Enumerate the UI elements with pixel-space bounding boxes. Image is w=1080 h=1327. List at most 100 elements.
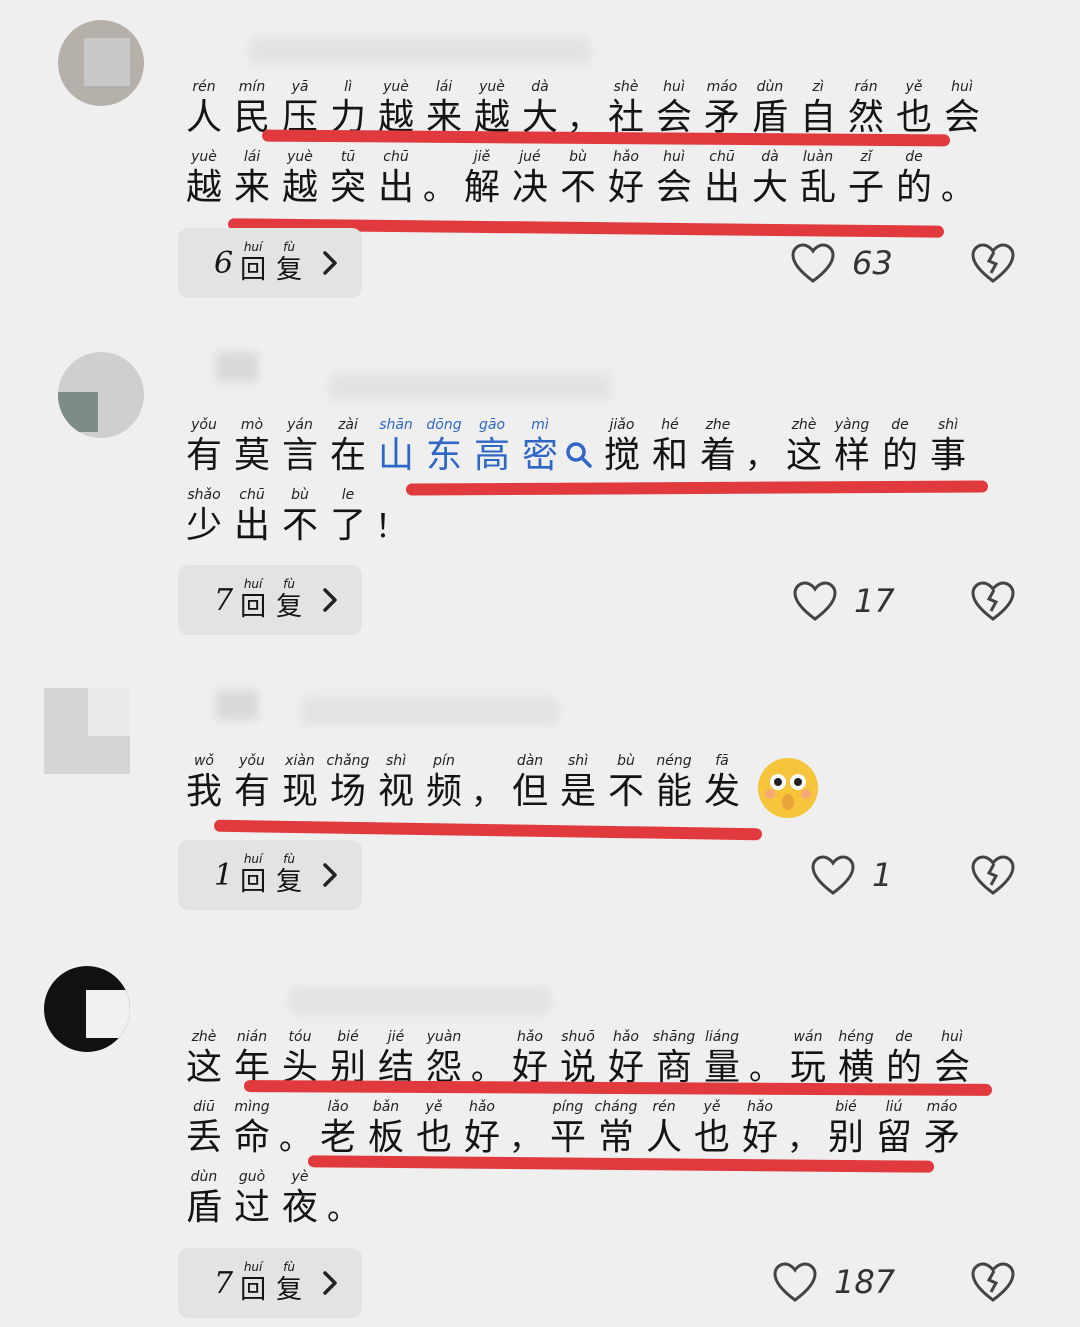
pinyin: le (341, 487, 355, 503)
pinyin: fù (283, 852, 296, 866)
ruby-char: fā 发 (698, 752, 746, 814)
pinyin: fā (715, 753, 729, 769)
ruby-char: chū 出 (698, 148, 746, 210)
hanzi: 我 (185, 771, 222, 812)
ruby-char: mò 莫 (228, 416, 276, 478)
ruby-char: zhè 这 (780, 416, 828, 478)
replies-button[interactable]: 1 huí 回 fù 复 (178, 840, 362, 910)
avatar[interactable] (58, 20, 144, 106)
pinyin: héng (838, 1029, 874, 1045)
location-link-char[interactable]: mì 密 (516, 416, 564, 478)
location-link-char[interactable]: dōng 东 (420, 416, 468, 478)
broken-heart-icon[interactable] (970, 242, 1016, 284)
pinyin: mì (531, 417, 549, 433)
hanzi: 少 (185, 505, 222, 546)
ruby-char: yǒu 有 (180, 416, 228, 478)
comment-text-line: diū 丢 mìng 命。 lǎo 老 bǎn 板 yě 也 hǎo 好， píng 平 cháng 常 rén… (180, 1098, 966, 1160)
like-button[interactable]: 17 (792, 580, 895, 622)
replies-button[interactable]: 7 huí 回 fù 复 (178, 565, 362, 635)
hanzi: 决 (511, 167, 548, 208)
hanzi: 的 (881, 435, 918, 476)
replies-button[interactable]: 7 huí 回 fù 复 (178, 1248, 362, 1318)
ruby-char: néng 能 (650, 752, 698, 814)
ruby-char: shì 是 (554, 752, 602, 814)
hanzi: 这 (785, 435, 822, 476)
ruby-char: shì 事 (924, 416, 972, 478)
reply-count: 7 (214, 582, 234, 618)
pinyin: chū (709, 149, 735, 165)
ruby-char: chū 出 (228, 486, 276, 548)
pinyin: rén (192, 79, 216, 95)
pinyin: luàn (802, 149, 834, 165)
avatar[interactable] (44, 966, 130, 1052)
hanzi: 会 (655, 167, 692, 208)
pinyin: huí (243, 240, 263, 254)
hanzi: 过 (233, 1187, 270, 1228)
hanzi: 常 (597, 1117, 634, 1158)
location-link-char[interactable]: shān 山 (372, 416, 420, 478)
ruby-char: hé 和 (646, 416, 694, 478)
ruby-char: diū 丢 (180, 1098, 228, 1160)
pinyin: guò (238, 1169, 266, 1185)
location-link-char[interactable]: gāo 高 (468, 416, 516, 478)
pinyin: zì (812, 79, 824, 95)
like-button[interactable]: 1 (810, 854, 892, 896)
hanzi: 能 (655, 771, 692, 812)
hanzi: 现 (281, 771, 318, 812)
pinyin: huì (951, 79, 973, 95)
avatar[interactable] (44, 688, 130, 774)
pinyin: lǎo (327, 1099, 349, 1115)
pinyin: zhe (705, 417, 731, 433)
replies-button[interactable]: 6 huí 回 fù 复 (178, 228, 362, 298)
ruby-char: bù 不 (602, 752, 650, 814)
username-blurred (216, 690, 258, 720)
pinyin: lì (344, 79, 352, 95)
comment-meta-blurred (250, 38, 590, 64)
pinyin: shè (613, 79, 639, 95)
pinyin: gāo (478, 417, 506, 433)
pinyin: zhè (791, 417, 817, 433)
ruby-char: hǎo 好 (602, 1028, 650, 1090)
hanzi: 好 (607, 167, 644, 208)
hanzi: 频 (425, 771, 462, 812)
pinyin: yuè (383, 79, 409, 95)
hanzi: 着 (699, 435, 736, 476)
hanzi: 板 (367, 1117, 404, 1158)
pinyin: hǎo (746, 1099, 774, 1115)
red-underline (405, 480, 989, 496)
pinyin: chǎng (326, 753, 370, 769)
broken-heart-icon[interactable] (970, 854, 1016, 896)
hanzi: 回 (240, 255, 267, 285)
pinyin: bǎn (372, 1099, 400, 1115)
hanzi: 言 (281, 435, 318, 476)
username-blurred (216, 352, 258, 382)
ruby-char: lái 来 (228, 148, 276, 210)
broken-heart-icon[interactable] (970, 1261, 1016, 1303)
pinyin: mín (238, 79, 266, 95)
pinyin: jiǎo (609, 417, 635, 433)
like-count: 63 (852, 244, 893, 282)
search-icon[interactable] (564, 440, 594, 470)
pinyin: fù (283, 577, 296, 591)
like-button[interactable]: 187 (772, 1261, 895, 1303)
ruby-char: cháng 常 (592, 1098, 640, 1160)
pinyin: néng (656, 753, 692, 769)
hanzi: 山 (377, 435, 414, 476)
hanzi: 出 (703, 167, 740, 208)
pinyin: chū (383, 149, 409, 165)
ruby-char: liáng 量 (698, 1028, 746, 1090)
broken-heart-icon[interactable] (970, 580, 1016, 622)
hanzi: 是 (559, 771, 596, 812)
pinyin: wǒ (193, 753, 214, 769)
hanzi: 在 (329, 435, 366, 476)
pinyin: shāng (652, 1029, 696, 1045)
reply-count: 6 (214, 245, 234, 281)
pinyin: jié (387, 1029, 405, 1045)
avatar[interactable] (58, 352, 144, 438)
hanzi: 回 (240, 592, 267, 622)
comment-meta-blurred (330, 374, 610, 400)
hanzi: 人 (185, 97, 222, 138)
pinyin: huì (663, 79, 685, 95)
ruby-char: shuō 说 (554, 1028, 602, 1090)
like-button[interactable]: 63 (790, 242, 893, 284)
